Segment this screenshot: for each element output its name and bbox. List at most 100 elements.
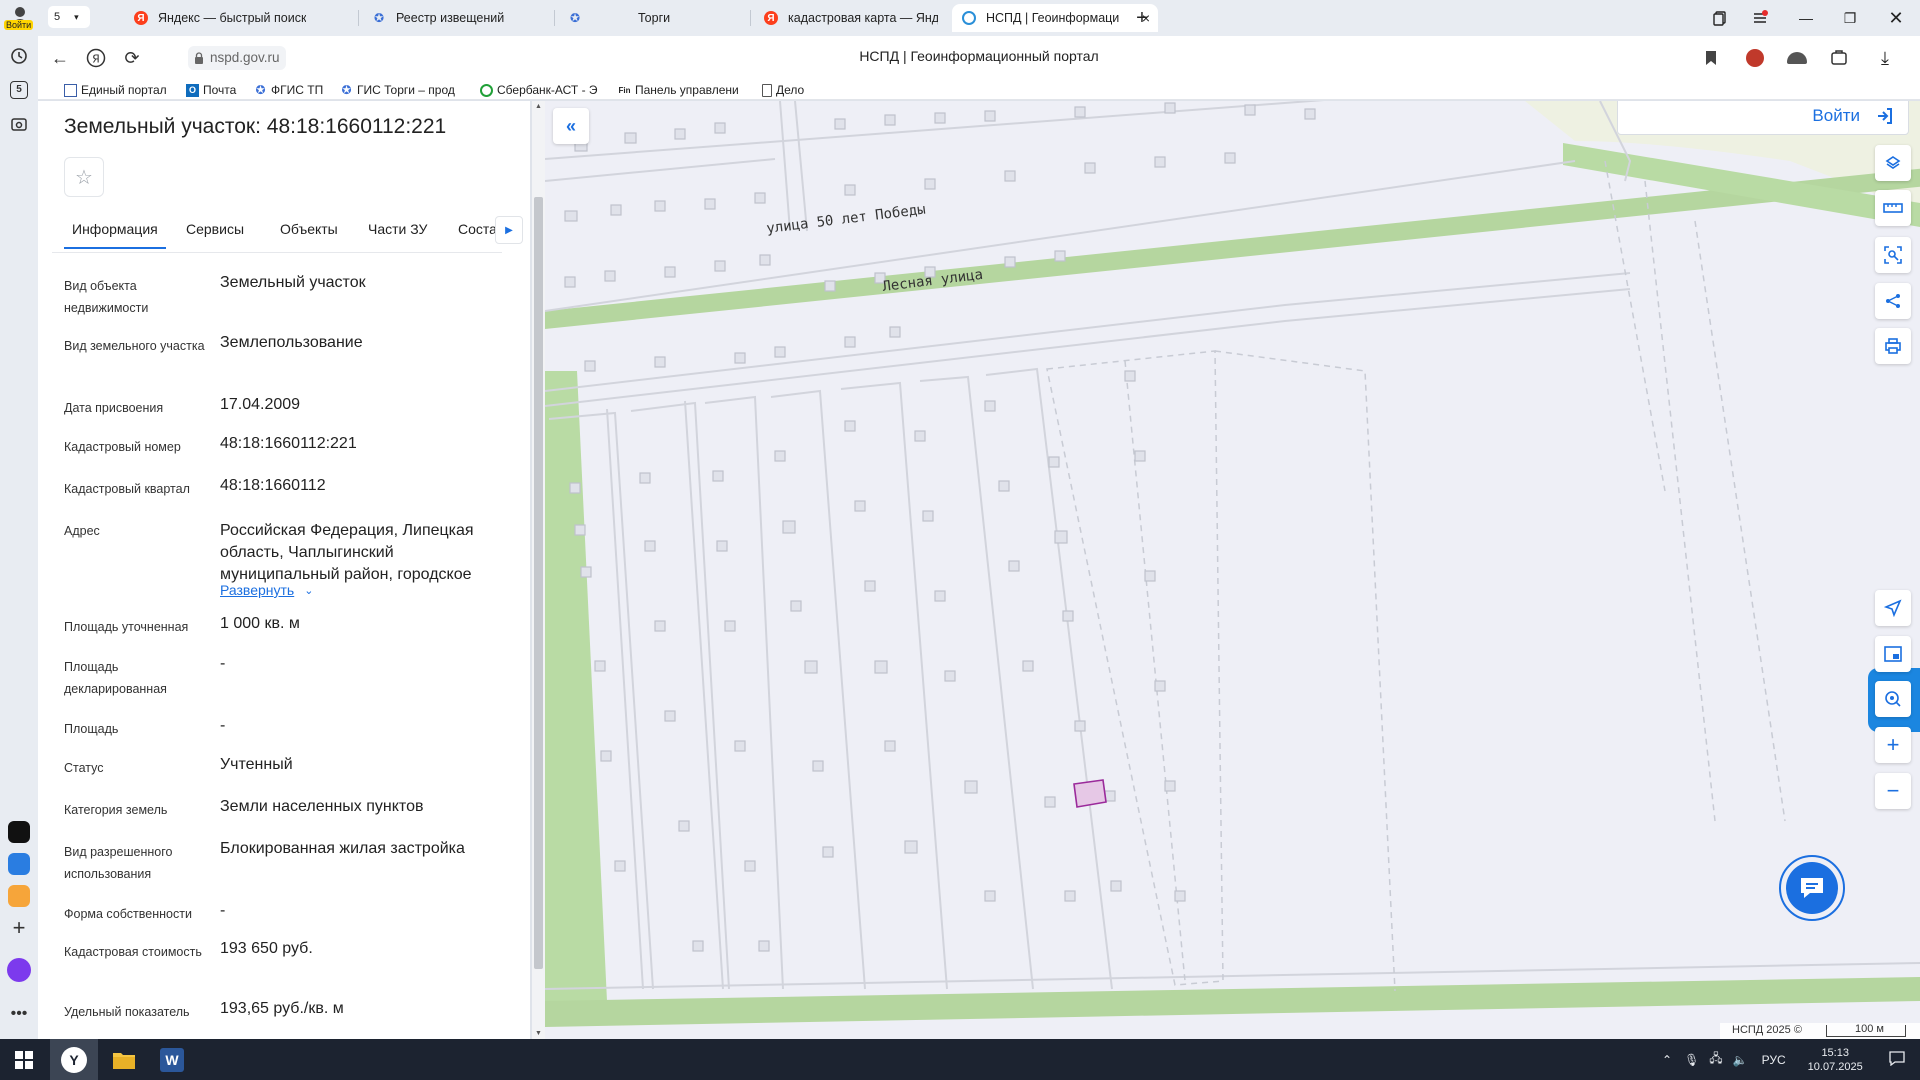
mail-app-icon[interactable]: [7, 884, 31, 908]
minimize-icon[interactable]: —: [1794, 6, 1818, 30]
tab-torgi[interactable]: ✪ Торги: [558, 4, 748, 32]
menu-icon[interactable]: [1748, 6, 1772, 30]
bookmark-sberbank-ast[interactable]: Сбербанк-АСТ - Э: [480, 81, 605, 99]
attr-value: Землепользование: [220, 334, 363, 351]
attr-value: -: [220, 902, 226, 919]
tab-counter-icon[interactable]: 5: [7, 78, 31, 102]
attr-label: Категория земель: [64, 803, 168, 817]
favorite-button[interactable]: ☆: [64, 157, 104, 197]
chat-button[interactable]: [1779, 855, 1845, 921]
tray-chevron-up-icon[interactable]: ⌃: [1662, 1053, 1672, 1067]
yandex-browser-taskbar-icon[interactable]: Y: [50, 1039, 98, 1080]
windows-taskbar: Y W ⌃ 🎙 🖧 🔈 РУС 15:13 10.07.2025: [0, 1039, 1920, 1080]
panel-scrollbar[interactable]: ▲ ▼: [532, 101, 545, 1039]
scrollbar-thumb[interactable]: [534, 197, 543, 969]
yandex-favicon-icon: Я: [764, 11, 778, 25]
tab-zu-parts[interactable]: Части ЗУ: [368, 221, 427, 247]
extension-icon[interactable]: [1744, 47, 1766, 69]
url-field[interactable]: nspd.gov.ru: [188, 46, 286, 70]
zoom-out-button[interactable]: −: [1875, 773, 1911, 809]
bookmark-delo[interactable]: Дело: [762, 81, 822, 99]
tab-cadastral-map[interactable]: Якадастровая карта — Янд: [754, 4, 948, 32]
attr-value: -: [220, 717, 226, 734]
lock-icon: [195, 52, 203, 64]
navigate-button[interactable]: [1875, 590, 1911, 626]
search-by-point-button[interactable]: [1875, 681, 1911, 717]
ruler-icon: [1883, 203, 1903, 213]
emblem-icon: ✪: [341, 83, 352, 97]
layers-button[interactable]: [1875, 145, 1911, 181]
scroll-up-icon[interactable]: ▲: [535, 103, 542, 110]
alice-app-icon[interactable]: [7, 820, 31, 844]
address-bar: ← Я ⟳ nspd.gov.ru НСПД | Геоинформационн…: [38, 36, 1920, 80]
tab-group-counter[interactable]: 5 ▾: [48, 6, 90, 28]
target-icon: [1885, 691, 1901, 707]
attr-value: -: [220, 655, 226, 672]
selected-parcel[interactable]: [1073, 779, 1107, 808]
tab-registry[interactable]: ✪ Реестр извещений: [362, 4, 552, 32]
emblem-icon: ✪: [255, 83, 266, 97]
attr-value: Учтенный: [220, 756, 293, 773]
file-explorer-icon[interactable]: [100, 1039, 148, 1080]
tab-yandex-search[interactable]: Я Яндекс — быстрый поиск: [124, 4, 356, 32]
collapse-panel-button[interactable]: «: [553, 108, 589, 144]
printer-icon: [1885, 338, 1901, 354]
windows-start-icon[interactable]: [0, 1039, 48, 1080]
bookmark-icon[interactable]: [1700, 47, 1722, 69]
tab-composition[interactable]: Соста: [458, 221, 497, 247]
word-icon[interactable]: W: [148, 1039, 196, 1080]
notifications-icon[interactable]: [1889, 1050, 1905, 1069]
map-layer: улица 50 лет Победы Лесная улица: [545, 101, 1920, 1039]
bookmark-gis-torgi[interactable]: ✪ ГИС Торги – прод: [340, 81, 464, 99]
microphone-icon[interactable]: 🎙: [1684, 1053, 1699, 1067]
scale-label: 100 м: [1855, 1023, 1884, 1035]
zoom-in-button[interactable]: +: [1875, 727, 1911, 763]
tab-information[interactable]: Информация: [64, 221, 166, 249]
download-icon[interactable]: ⤓: [1874, 47, 1896, 69]
more-icon[interactable]: •••: [7, 1002, 31, 1026]
share-button[interactable]: [1875, 283, 1911, 319]
volume-icon[interactable]: 🔈: [1733, 1053, 1748, 1067]
clock[interactable]: 15:13 10.07.2025: [1808, 1046, 1863, 1074]
print-button[interactable]: [1875, 328, 1911, 364]
attr-value: Блокированная жилая застройка: [220, 840, 465, 857]
history-icon[interactable]: [7, 44, 31, 68]
new-tab-button[interactable]: +: [1130, 6, 1154, 30]
bookmark-control-panel[interactable]: Fin Панель управлени: [618, 81, 746, 99]
select-area-icon: [1884, 246, 1902, 264]
bookmark-fgis-tp[interactable]: ✪ ФГИС ТП: [254, 81, 344, 99]
panel-icon: Fin: [618, 85, 631, 95]
collections-icon[interactable]: [1708, 6, 1732, 30]
extension-icon[interactable]: [1786, 47, 1808, 69]
login-button[interactable]: Войти: [1617, 101, 1909, 135]
panel-tabs: Информация Сервисы Объекты Части ЗУ Сост…: [52, 209, 502, 253]
attr-label: Кадастровый номер: [64, 440, 181, 454]
yandex-home-icon[interactable]: Я: [84, 46, 108, 70]
browser-sidebar: Войти 5 + •••: [0, 0, 38, 1039]
network-icon[interactable]: 🖧: [1709, 1049, 1722, 1070]
tab-services[interactable]: Сервисы: [186, 221, 244, 247]
tab-nspd[interactable]: НСПД | Геоинформаци ×: [952, 4, 1158, 32]
back-icon[interactable]: ←: [48, 46, 72, 70]
scale-bar: 100 м: [1826, 1023, 1906, 1037]
alice-assistant-icon[interactable]: [7, 958, 31, 982]
tab-objects[interactable]: Объекты: [280, 221, 338, 247]
messenger-app-icon[interactable]: [7, 852, 31, 876]
profile-avatar[interactable]: Войти: [4, 4, 34, 30]
measure-button[interactable]: [1875, 190, 1911, 226]
select-area-button[interactable]: [1875, 237, 1911, 273]
tabs-scroll-right-icon[interactable]: ▶: [495, 216, 523, 244]
reload-icon[interactable]: ⟳: [120, 46, 144, 70]
chat-bubble-icon: [1801, 878, 1823, 898]
minimap-button[interactable]: [1875, 636, 1911, 672]
screenshot-icon[interactable]: [7, 112, 31, 136]
language-indicator[interactable]: РУС: [1762, 1053, 1786, 1067]
restore-icon[interactable]: ❐: [1838, 6, 1862, 30]
map-canvas[interactable]: улица 50 лет Победы Лесная улица « Войти…: [545, 101, 1920, 1039]
add-app-icon[interactable]: +: [7, 915, 31, 940]
attr-value: 1 000 кв. м: [220, 615, 300, 632]
expand-address-link[interactable]: Развернуть ⌄: [220, 582, 313, 598]
scroll-down-icon[interactable]: ▼: [535, 1030, 542, 1037]
close-window-icon[interactable]: ✕: [1884, 6, 1908, 30]
downloads-panel-icon[interactable]: [1828, 47, 1850, 69]
